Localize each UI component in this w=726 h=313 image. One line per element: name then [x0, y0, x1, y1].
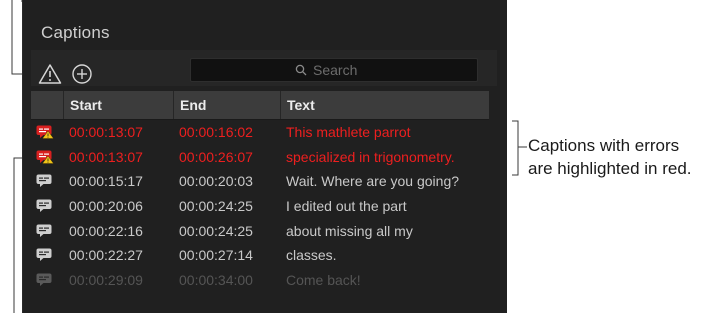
- cell-end: 00:00:16:02: [179, 124, 253, 141]
- caption-icon: [36, 199, 52, 213]
- callout-line-1: Captions with errors: [528, 136, 680, 155]
- cell-end: 00:00:34:00: [179, 271, 253, 288]
- row-icon-cell: [31, 125, 63, 139]
- cell-text: specialized in trigonometry.: [286, 148, 455, 165]
- cell-text: about missing all my: [286, 222, 413, 239]
- row-icon-cell: [31, 174, 63, 188]
- caption-icon: [36, 273, 52, 286]
- table-row[interactable]: 00:00:22:16 00:00:24:25 about missing all …: [31, 218, 489, 243]
- caption-error-icon: [36, 125, 54, 139]
- cell-text: This mathlete parrot: [286, 124, 411, 141]
- cell-text: classes.: [286, 247, 337, 264]
- row-icon-cell: [31, 199, 63, 213]
- cell-start: 00:00:15:17: [69, 173, 143, 190]
- cell-text: Wait. Where are you going?: [286, 173, 460, 190]
- caption-error-icon: [36, 150, 54, 164]
- panel-title: Captions: [41, 23, 110, 42]
- row-icon-cell: [31, 150, 63, 164]
- header-start[interactable]: Start: [63, 91, 173, 119]
- table-header: Start End Text: [31, 91, 489, 120]
- row-icon-cell: [31, 248, 63, 262]
- caption-icon: [36, 174, 52, 188]
- cell-start: 00:00:22:27: [69, 247, 143, 264]
- cell-end: 00:00:24:25: [179, 198, 253, 215]
- table-row[interactable]: 00:00:20:06 00:00:24:25 I edited out the p…: [31, 194, 489, 219]
- table-body: 00:00:13:07 00:00:16:02 This mathlete parr…: [31, 120, 489, 292]
- warning-filter-button[interactable]: [37, 61, 63, 87]
- cell-start: 00:00:22:16: [69, 222, 143, 239]
- plus-circle-icon: [72, 64, 92, 84]
- search-field[interactable]: [190, 58, 478, 82]
- table-row[interactable]: 00:00:13:07 00:00:16:02 This mathlete parr…: [31, 120, 489, 145]
- search-icon: [295, 64, 307, 76]
- table-row[interactable]: 00:00:15:17 00:00:20:03 Wait. Where are yo…: [31, 169, 489, 194]
- table-row[interactable]: 00:00:13:07 00:00:26:07 specialized in tri…: [31, 145, 489, 170]
- header-end[interactable]: End: [173, 91, 280, 119]
- row-icon-cell: [31, 273, 63, 287]
- header-icon-column[interactable]: [31, 91, 63, 119]
- row-icon-cell: [31, 224, 63, 238]
- cell-end: 00:00:26:07: [179, 148, 253, 165]
- captions-panel: Captions Start End Text 00:00:13:0700:00…: [22, 0, 507, 313]
- captions-table: Start End Text 00:00:13:07 00:00:16:02 Thi…: [31, 91, 489, 292]
- cell-text: I edited out the part: [286, 198, 407, 215]
- add-caption-button[interactable]: [69, 61, 95, 87]
- cell-start: 00:00:20:06: [69, 198, 143, 215]
- warning-triangle-icon: [38, 64, 62, 84]
- cell-start: 00:00:13:07: [69, 124, 143, 141]
- cell-end: 00:00:24:25: [179, 222, 253, 239]
- search-input[interactable]: [313, 62, 373, 78]
- cell-start: 00:00:29:09: [69, 271, 143, 288]
- cell-text: Come back!: [286, 271, 361, 288]
- caption-icon: [36, 248, 52, 262]
- callout-bracket: [512, 120, 519, 176]
- caption-icon: [36, 224, 52, 237]
- errors-callout: Captions with errors are highlighted in …: [528, 134, 692, 180]
- cell-end: 00:00:27:14: [179, 247, 253, 264]
- table-row[interactable]: 00:00:22:27 00:00:27:14 classes.: [31, 243, 489, 268]
- header-text[interactable]: Text: [280, 91, 489, 119]
- table-row[interactable]: 00:00:29:09 00:00:34:00 Come back!: [31, 268, 489, 293]
- cell-end: 00:00:20:03: [179, 173, 253, 190]
- cell-start: 00:00:13:07: [69, 148, 143, 165]
- callout-line-2: are highlighted in red.: [528, 159, 692, 178]
